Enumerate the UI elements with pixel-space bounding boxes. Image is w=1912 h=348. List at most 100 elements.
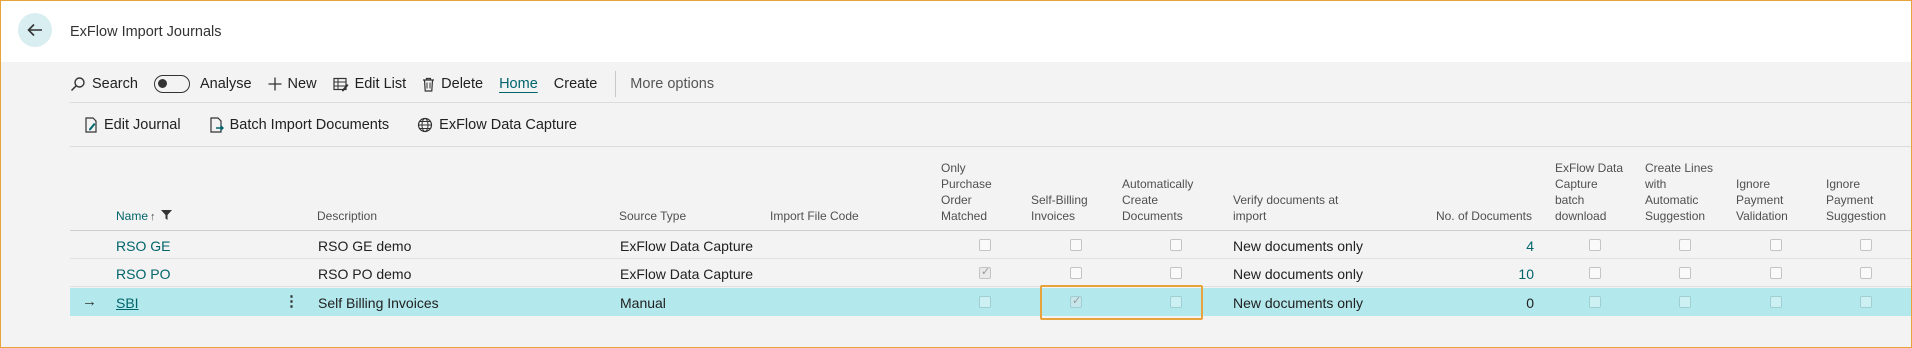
plus-icon <box>268 77 282 91</box>
new-label: New <box>287 76 317 92</box>
self-billing-checkbox[interactable] <box>1070 239 1082 251</box>
batch-import-label: Batch Import Documents <box>229 117 390 133</box>
search-label: Search <box>92 76 138 92</box>
row-no-of-documents[interactable]: 10 <box>1454 266 1534 282</box>
edit-list-icon <box>332 77 349 92</box>
ignore-suggestion-checkbox[interactable] <box>1860 239 1872 251</box>
create-lines-checkbox[interactable] <box>1679 239 1691 251</box>
edit-list-label: Edit List <box>354 76 407 92</box>
header-line: Suggestion <box>1826 209 1887 223</box>
header-line: with <box>1645 177 1667 191</box>
row-name-link[interactable]: RSO GE <box>116 238 170 254</box>
ignore-suggestion-checkbox[interactable] <box>1860 296 1872 308</box>
header-line: Validation <box>1736 209 1788 223</box>
column-header-source-type[interactable]: Source Type <box>619 208 686 224</box>
header-line: Suggestion <box>1645 209 1706 223</box>
column-header-create-lines[interactable]: Create Lines with Automatic Suggestion <box>1645 160 1713 224</box>
row-name-link[interactable]: RSO PO <box>116 266 170 282</box>
data-capture-button[interactable]: ExFlow Data Capture <box>417 117 577 133</box>
column-header-description[interactable]: Description <box>317 208 377 224</box>
row-source-type: ExFlow Data Capture <box>620 266 754 282</box>
row-name-link[interactable]: SBI <box>116 295 139 311</box>
search-icon <box>70 76 86 92</box>
batch-download-checkbox[interactable] <box>1589 239 1601 251</box>
self-billing-checkbox[interactable] <box>1070 267 1082 279</box>
header-line: download <box>1555 209 1607 223</box>
search-button[interactable]: Search <box>70 69 138 99</box>
column-name-label: Name <box>116 209 149 223</box>
ignore-validation-checkbox[interactable] <box>1770 239 1782 251</box>
header-line: Automatically <box>1122 177 1194 191</box>
only-po-checkbox[interactable] <box>979 265 991 279</box>
batch-import-button[interactable]: Batch Import Documents <box>209 117 390 133</box>
row-no-of-documents[interactable]: 4 <box>1454 238 1534 254</box>
row-verify: New documents only <box>1233 238 1363 254</box>
tab-create[interactable]: Create <box>554 69 598 99</box>
edit-journal-icon <box>84 117 98 133</box>
header-line: Payment <box>1826 193 1874 207</box>
only-po-checkbox[interactable] <box>979 296 991 308</box>
more-options-button[interactable]: More options <box>630 69 714 99</box>
column-header-import-file-code[interactable]: Import File Code <box>770 208 859 224</box>
ignore-suggestion-checkbox[interactable] <box>1860 267 1872 279</box>
promoted-actions: Edit Journal Batch Import Documents ExFl… <box>70 109 591 141</box>
row-selected-arrow-icon: → <box>82 293 97 310</box>
highlight-box <box>1040 285 1203 320</box>
divider <box>70 102 1912 103</box>
row-description: RSO PO demo <box>318 266 412 282</box>
header-line: Invoices <box>1031 209 1076 223</box>
column-header-verify[interactable]: Verify documents at import <box>1233 192 1338 224</box>
row-no-of-documents[interactable]: 0 <box>1454 295 1534 311</box>
import-document-icon <box>209 117 224 133</box>
column-header-name[interactable]: Name ↑ <box>116 208 172 225</box>
new-button[interactable]: New <box>268 69 317 99</box>
ignore-validation-checkbox[interactable] <box>1770 296 1782 308</box>
arrow-left-icon <box>27 23 42 37</box>
table-row[interactable]: RSO GE RSO GE demo ExFlow Data Capture N… <box>70 231 1912 259</box>
create-lines-checkbox[interactable] <box>1679 267 1691 279</box>
header-line: Ignore <box>1826 177 1861 191</box>
header-line: Automatic <box>1645 193 1699 207</box>
auto-create-checkbox[interactable] <box>1170 267 1182 279</box>
table-row-selected[interactable]: → SBI ⋮ Self Billing Invoices Manual New… <box>70 288 1912 316</box>
header-line: Order <box>941 193 972 207</box>
batch-download-checkbox[interactable] <box>1589 267 1601 279</box>
column-header-batch-download[interactable]: ExFlow Data Capture batch download <box>1555 160 1623 224</box>
tab-home[interactable]: Home <box>499 69 538 99</box>
analyse-label: Analyse <box>199 76 252 92</box>
only-po-checkbox[interactable] <box>979 239 991 251</box>
page-title: ExFlow Import Journals <box>70 24 222 40</box>
column-header-no-of-documents[interactable]: No. of Documents <box>1400 208 1532 224</box>
row-verify: New documents only <box>1233 295 1363 311</box>
column-header-only-po-matched[interactable]: Only Purchase Order Matched <box>941 160 992 224</box>
back-button[interactable] <box>18 13 52 47</box>
toggle-switch-icon <box>153 75 190 93</box>
ignore-validation-checkbox[interactable] <box>1770 267 1782 279</box>
title-bar: ExFlow Import Journals <box>0 0 1912 62</box>
header-line: Documents <box>1122 209 1183 223</box>
create-lines-checkbox[interactable] <box>1679 296 1691 308</box>
header-line: Matched <box>941 209 988 223</box>
auto-create-checkbox[interactable] <box>1170 239 1182 251</box>
table-row[interactable]: RSO PO RSO PO demo ExFlow Data Capture N… <box>70 259 1912 287</box>
trash-icon <box>422 77 435 92</box>
header-line: Verify documents at <box>1233 193 1339 207</box>
edit-journal-button[interactable]: Edit Journal <box>84 117 181 133</box>
divider <box>70 146 1912 147</box>
header-line: Capture <box>1555 177 1598 191</box>
column-header-ignore-suggestion[interactable]: Ignore Payment Suggestion <box>1826 176 1886 224</box>
row-source-type: Manual <box>620 295 666 311</box>
column-header-auto-create[interactable]: Automatically Create Documents <box>1122 176 1193 224</box>
action-bar: Search Analyse New Edit List Delete Home… <box>70 66 1912 102</box>
row-actions-more-icon[interactable]: ⋮ <box>284 292 299 310</box>
edit-list-button[interactable]: Edit List <box>332 69 407 99</box>
column-header-ignore-validation[interactable]: Ignore Payment Validation <box>1736 176 1788 224</box>
header-line: Create Lines <box>1645 161 1714 175</box>
filter-icon <box>160 210 172 220</box>
row-description: Self Billing Invoices <box>318 295 439 311</box>
column-header-self-billing[interactable]: Self-Billing Invoices <box>1031 192 1088 224</box>
delete-button[interactable]: Delete <box>422 69 483 99</box>
analyse-toggle[interactable]: Analyse <box>153 69 252 99</box>
batch-download-checkbox[interactable] <box>1589 296 1601 308</box>
action-separator <box>615 71 617 97</box>
